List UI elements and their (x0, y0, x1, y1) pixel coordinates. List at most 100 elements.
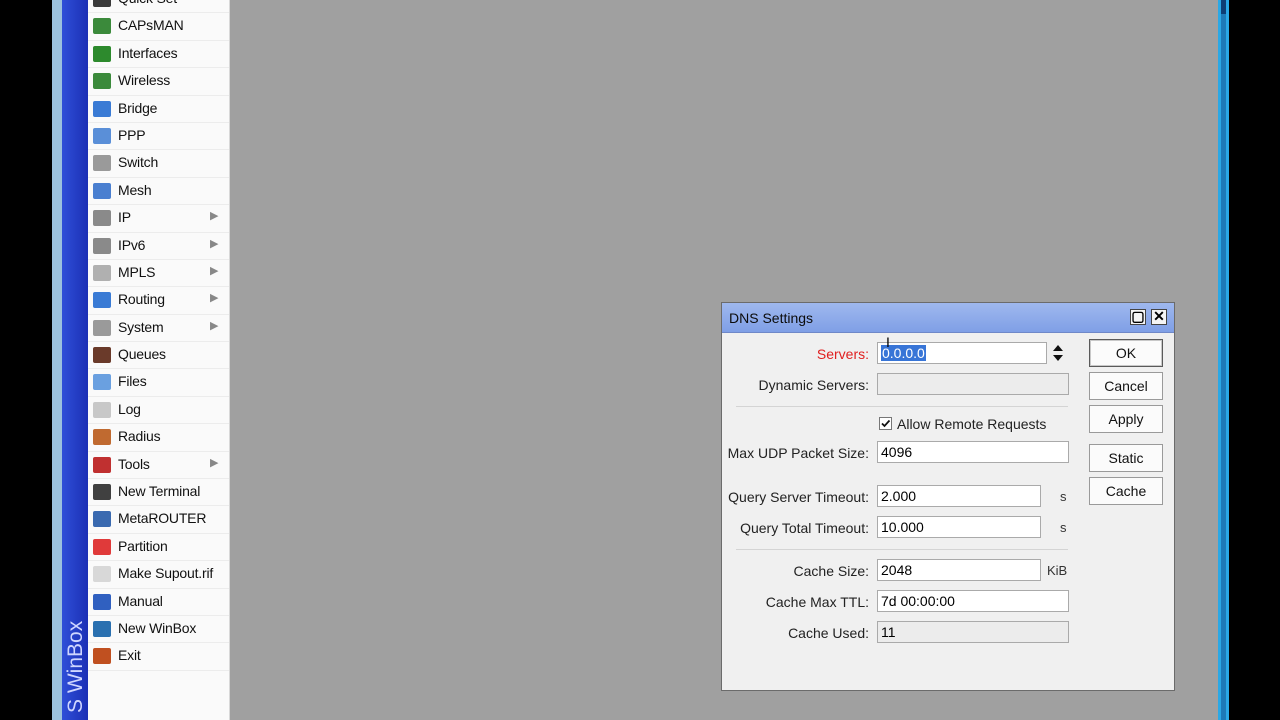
terminal-icon (93, 484, 111, 501)
document-icon (93, 566, 111, 583)
sidebar-item-label: System (118, 318, 164, 335)
dialog-titlebar[interactable]: DNS Settings ▢ ✕ (722, 303, 1174, 333)
submenu-arrow-icon: ▶ (210, 319, 219, 332)
globe-icon (93, 620, 111, 637)
sidebar-item-new-winbox[interactable]: New WinBox (88, 616, 229, 644)
query-total-timeout-input[interactable]: 10.000 (877, 516, 1041, 538)
sidebar-item-log[interactable]: Log (88, 397, 229, 425)
ip-icon (93, 210, 111, 227)
sidebar-item-mpls[interactable]: MPLS ▶ (88, 260, 229, 288)
sidebar-item-label: Radius (118, 428, 161, 445)
cache-size-input[interactable]: 2048 (877, 559, 1041, 581)
text-cursor-icon: I (886, 334, 890, 350)
sidebar-item-queues[interactable]: Queues (88, 342, 229, 370)
sidebar-item-label: Switch (118, 154, 159, 171)
servers-label: Servers: (816, 346, 869, 362)
mpls-icon (93, 264, 111, 281)
tools-icon (93, 456, 111, 473)
quick-set-icon (93, 0, 111, 7)
folder-icon (93, 374, 111, 391)
routing-icon (93, 292, 111, 309)
sidebar-item-label: Log (118, 400, 141, 417)
ipv6-icon (93, 237, 111, 254)
separator (736, 549, 1068, 550)
cache-button[interactable]: Cache (1089, 477, 1163, 505)
allow-remote-checkbox[interactable] (879, 417, 892, 430)
sidebar-item-new-terminal[interactable]: New Terminal (88, 479, 229, 507)
sidebar-item-label: Wireless (118, 72, 171, 89)
bridge-icon (93, 100, 111, 117)
scrollbar-thumb[interactable] (1221, 0, 1226, 14)
sidebar-item-label: PPP (118, 126, 146, 143)
static-button[interactable]: Static (1089, 444, 1163, 472)
sidebar-item-system[interactable]: System ▶ (88, 315, 229, 343)
sidebar-item-label: Files (118, 373, 147, 390)
sidebar-item-ipv6[interactable]: IPv6 ▶ (88, 233, 229, 260)
metarouter-icon (93, 511, 111, 528)
max-udp-input[interactable]: 4096 (877, 441, 1069, 463)
sidebar-item-label: MPLS (118, 263, 156, 280)
sidebar-item-bridge[interactable]: Bridge (88, 96, 229, 123)
brand-label: S WinBox (64, 620, 87, 713)
sidebar-item-label: Manual (118, 592, 163, 609)
sidebar-item-capsman[interactable]: CAPsMAN (88, 13, 229, 41)
sidebar-item-exit[interactable]: Exit (88, 643, 229, 671)
submenu-arrow-icon: ▶ (210, 237, 219, 250)
sidebar-item-label: Exit (118, 647, 141, 664)
seconds-unit: s (1060, 520, 1067, 535)
sidebar-item-wireless[interactable]: Wireless (88, 68, 229, 96)
query-server-timeout-label: Query Server Timeout: (728, 489, 869, 505)
kib-unit: KiB (1047, 563, 1068, 578)
apply-button[interactable]: Apply (1089, 405, 1163, 433)
sidebar-item-partition[interactable]: Partition (88, 534, 229, 562)
sidebar-item-ppp[interactable]: PPP (88, 123, 229, 151)
sidebar-item-metarouter[interactable]: MetaROUTER (88, 506, 229, 534)
antenna-icon (93, 18, 111, 35)
sidebar-item-label: Make Supout.rif (118, 565, 214, 582)
servers-stepper[interactable] (1052, 343, 1064, 363)
sidebar-item-tools[interactable]: Tools ▶ (88, 452, 229, 480)
sidebar-item-make-supout-rif[interactable]: Make Supout.rif (88, 561, 229, 589)
sidebar-item-label: Queues (118, 346, 166, 363)
submenu-arrow-icon: ▶ (210, 292, 219, 305)
query-total-timeout-label: Query Total Timeout: (740, 520, 869, 536)
cancel-button[interactable]: Cancel (1089, 372, 1163, 400)
sidebar-item-label: CAPsMAN (118, 17, 184, 34)
window-left-border (52, 0, 62, 720)
sidebar-item-mesh[interactable]: Mesh (88, 178, 229, 206)
sidebar-item-label: Quick Set (118, 0, 177, 6)
sidebar-item-label: Tools (118, 455, 150, 472)
allow-remote-label: Allow Remote Requests (897, 416, 1047, 432)
servers-input[interactable]: 0.0.0.0 (877, 342, 1047, 364)
sidebar-item-routing[interactable]: Routing ▶ (88, 287, 229, 315)
mesh-icon (93, 182, 111, 199)
sidebar-item-label: IPv6 (118, 236, 146, 253)
sidebar-item-manual[interactable]: Manual (88, 589, 229, 616)
sidebar-item-label: IP (118, 209, 131, 226)
sidebar-item-switch[interactable]: Switch (88, 150, 229, 178)
sidebar-item-ip[interactable]: IP ▶ (88, 205, 229, 233)
sidebar-item-files[interactable]: Files (88, 369, 229, 397)
dns-settings-dialog: DNS Settings ▢ ✕ Servers: 0.0.0.0 Dynami… (721, 302, 1175, 691)
sidebar-item-interfaces[interactable]: Interfaces (88, 41, 229, 69)
sidebar-item-label: New WinBox (118, 619, 197, 636)
queues-icon (93, 347, 111, 364)
antenna-icon (93, 73, 111, 90)
sidebar-item-quick-set[interactable]: Quick Set (88, 0, 229, 14)
sidebar-menu: Quick Set CAPsMAN Interfaces Wireless Bridge… (88, 0, 230, 720)
sidebar-item-label: Mesh (118, 181, 152, 198)
sidebar-item-radius[interactable]: Radius (88, 424, 229, 452)
close-icon[interactable]: ✕ (1151, 309, 1167, 325)
query-server-timeout-input[interactable]: 2.000 (877, 485, 1041, 507)
dynamic-servers-field (877, 373, 1069, 395)
ok-button[interactable]: OK (1089, 339, 1163, 367)
brand-strip: S WinBox (62, 0, 88, 720)
help-icon (93, 593, 111, 610)
cache-max-ttl-label: Cache Max TTL: (765, 594, 869, 610)
cache-max-ttl-input[interactable]: 7d 00:00:00 (877, 590, 1069, 612)
maximize-icon[interactable]: ▢ (1130, 309, 1146, 325)
ppp-icon (93, 127, 111, 144)
dialog-title: DNS Settings (729, 310, 814, 326)
sidebar-item-label: New Terminal (118, 483, 201, 500)
gear-icon (93, 319, 111, 336)
